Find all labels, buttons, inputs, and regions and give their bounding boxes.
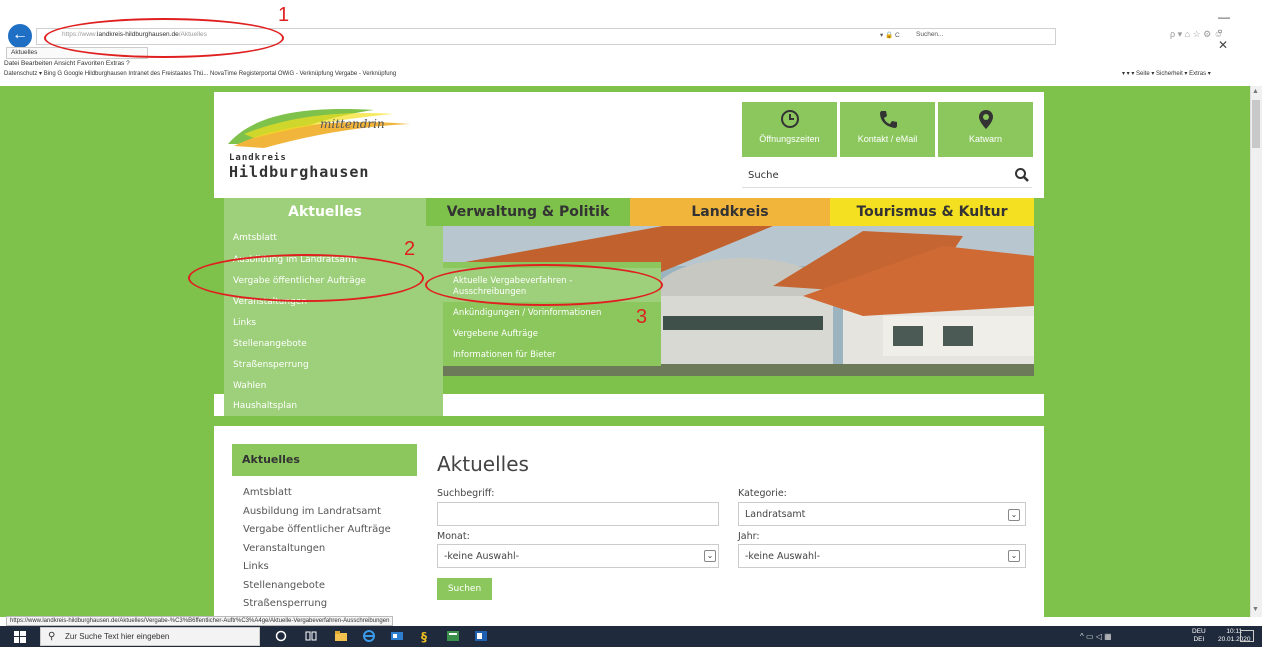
monat-label: Monat: <box>437 531 470 542</box>
logo-swoosh-icon[interactable]: mittendrin <box>224 104 416 150</box>
paragraph-app-icon[interactable]: § <box>418 629 432 643</box>
network-app-icon[interactable] <box>390 629 404 643</box>
annotation-ellipse-2 <box>188 254 424 302</box>
outlook-app-icon[interactable] <box>474 629 488 643</box>
contact-label: Kontakt / eMail <box>857 134 918 144</box>
sidebar-item-veranstaltungen[interactable]: Veranstaltungen <box>243 543 325 554</box>
file-explorer-icon[interactable] <box>334 629 348 643</box>
task-view-icon[interactable] <box>304 629 318 643</box>
dropdown-item-wahlen[interactable]: Wahlen <box>233 381 266 391</box>
monat-select[interactable]: -keine Auswahl- <box>437 544 719 568</box>
dropdown-item-haushaltsplan[interactable]: Haushaltsplan <box>233 401 297 411</box>
logo-text-small: Landkreis <box>229 153 287 163</box>
kategorie-select[interactable]: Landratsamt <box>738 502 1026 526</box>
annotation-ellipse-3 <box>425 264 663 306</box>
sidebar-item-links[interactable]: Links <box>243 561 269 572</box>
dropdown-item-links[interactable]: Links <box>233 318 256 328</box>
submenu-item-informationen-bieter[interactable]: Informationen für Bieter <box>453 350 556 360</box>
nav-tourismus-kultur[interactable]: Tourismus & Kultur <box>830 198 1034 226</box>
language-code: DEU <box>1192 628 1206 635</box>
scrollbar[interactable] <box>1250 86 1262 617</box>
kategorie-chevron-down-icon[interactable]: ⌄ <box>1008 509 1020 521</box>
submenu-item-ankuendigungen[interactable]: Ankündigungen / Vorinformationen <box>453 308 601 318</box>
search-icon[interactable] <box>1014 167 1030 183</box>
scroll-down-icon[interactable]: ▼ <box>1252 606 1259 613</box>
opening-hours-button[interactable]: Öffnungszeiten <box>742 102 837 157</box>
windows-start-icon[interactable] <box>14 631 26 643</box>
notification-center-icon[interactable] <box>1240 630 1254 642</box>
taskbar-search-icon: ⚲ <box>48 631 56 642</box>
favorites-bar[interactable]: Datenschutz ▾ Bing G Google Hildburghaus… <box>4 70 1204 77</box>
taskbar-search-input[interactable]: Zur Suche Text hier eingeben <box>40 627 260 646</box>
annotation-number-2: 2 <box>404 238 416 260</box>
annotation-number-3: 3 <box>636 306 648 328</box>
status-bar-url: https://www.landkreis-hildburghausen.de/… <box>6 616 394 626</box>
annotation-number-1: 1 <box>278 4 290 26</box>
suchbegriff-label: Suchbegriff: <box>437 488 495 499</box>
scrollbar-thumb[interactable] <box>1252 100 1260 148</box>
sidebar-item-strassensperrung[interactable]: Straßensperrung <box>243 598 327 609</box>
location-pin-icon <box>978 110 993 129</box>
sidebar-item-stellenangebote[interactable]: Stellenangebote <box>243 580 325 591</box>
window-controls[interactable]: — ▫ ✕ <box>1218 10 1262 52</box>
suchen-button[interactable]: Suchen <box>437 578 492 600</box>
browser-toolbar-icons[interactable]: ρ ▾ ⌂ ☆ ⚙ ☺ <box>1170 29 1223 40</box>
logo-text-big: Hildburghausen <box>229 163 370 181</box>
sidebar-item-ausbildung[interactable]: Ausbildung im Landratsamt <box>243 506 381 517</box>
jahr-select[interactable]: -keine Auswahl- <box>738 544 1026 568</box>
nav-aktuelles[interactable]: Aktuelles <box>224 198 426 226</box>
kategorie-label: Kategorie: <box>738 488 787 499</box>
calculator-app-icon[interactable] <box>446 629 460 643</box>
dropdown-item-strassensperrung[interactable]: Straßensperrung <box>233 360 309 370</box>
kategorie-value: Landratsamt <box>745 509 806 520</box>
monat-value: -keine Auswahl- <box>444 551 520 562</box>
system-tray-icons[interactable]: ^ ▭ ◁ ▦ <box>1080 632 1112 641</box>
browser-search-input[interactable]: Suchen... <box>916 31 943 38</box>
back-button-icon[interactable]: ← <box>8 24 32 48</box>
address-controls[interactable]: ▾ 🔒 C <box>880 31 900 39</box>
jahr-value: -keine Auswahl- <box>745 551 821 562</box>
nav-landkreis[interactable]: Landkreis <box>630 198 830 226</box>
katwarn-label: Katwarn <box>968 134 1003 144</box>
suchbegriff-input[interactable] <box>437 502 719 526</box>
submenu-item-vergebene-auftraege[interactable]: Vergebene Aufträge <box>453 329 538 339</box>
scroll-up-icon[interactable]: ▲ <box>1252 88 1259 95</box>
command-bar[interactable]: ▾ ▾ ▾ Seite ▾ Sicherheit ▾ Extras ▾ <box>1122 70 1211 77</box>
katwarn-button[interactable]: Katwarn <box>938 102 1033 157</box>
logo-script: mittendrin <box>320 117 385 131</box>
sidebar-item-vergabe[interactable]: Vergabe öffentlicher Aufträge <box>243 524 391 535</box>
dropdown-item-amtsblatt[interactable]: Amtsblatt <box>233 233 277 243</box>
language-indicator[interactable]: DEU DEI <box>1192 628 1206 644</box>
language-variant: DEI <box>1193 636 1205 643</box>
site-search-input[interactable]: Suche <box>742 164 1032 188</box>
opening-hours-label: Öffnungszeiten <box>759 134 820 144</box>
jahr-label: Jahr: <box>738 531 760 542</box>
cortana-icon[interactable] <box>274 629 288 643</box>
page-title: Aktuelles <box>437 452 529 476</box>
browser-menu-bar[interactable]: Datei Bearbeiten Ansicht Favoriten Extra… <box>4 60 130 67</box>
dropdown-item-stellenangebote[interactable]: Stellenangebote <box>233 339 307 349</box>
contact-button[interactable]: Kontakt / eMail <box>840 102 935 157</box>
nav-verwaltung-politik[interactable]: Verwaltung & Politik <box>426 198 630 226</box>
sidebar-heading[interactable]: Aktuelles <box>232 444 417 476</box>
jahr-chevron-down-icon[interactable]: ⌄ <box>1008 550 1020 562</box>
sidebar-item-amtsblatt[interactable]: Amtsblatt <box>243 487 292 498</box>
svg-text:§: § <box>421 630 427 643</box>
internet-explorer-icon[interactable] <box>362 629 376 643</box>
clock-icon <box>780 110 799 128</box>
annotation-ellipse-1 <box>44 18 284 58</box>
phone-icon <box>879 111 897 128</box>
monat-chevron-down-icon[interactable]: ⌄ <box>704 550 716 562</box>
